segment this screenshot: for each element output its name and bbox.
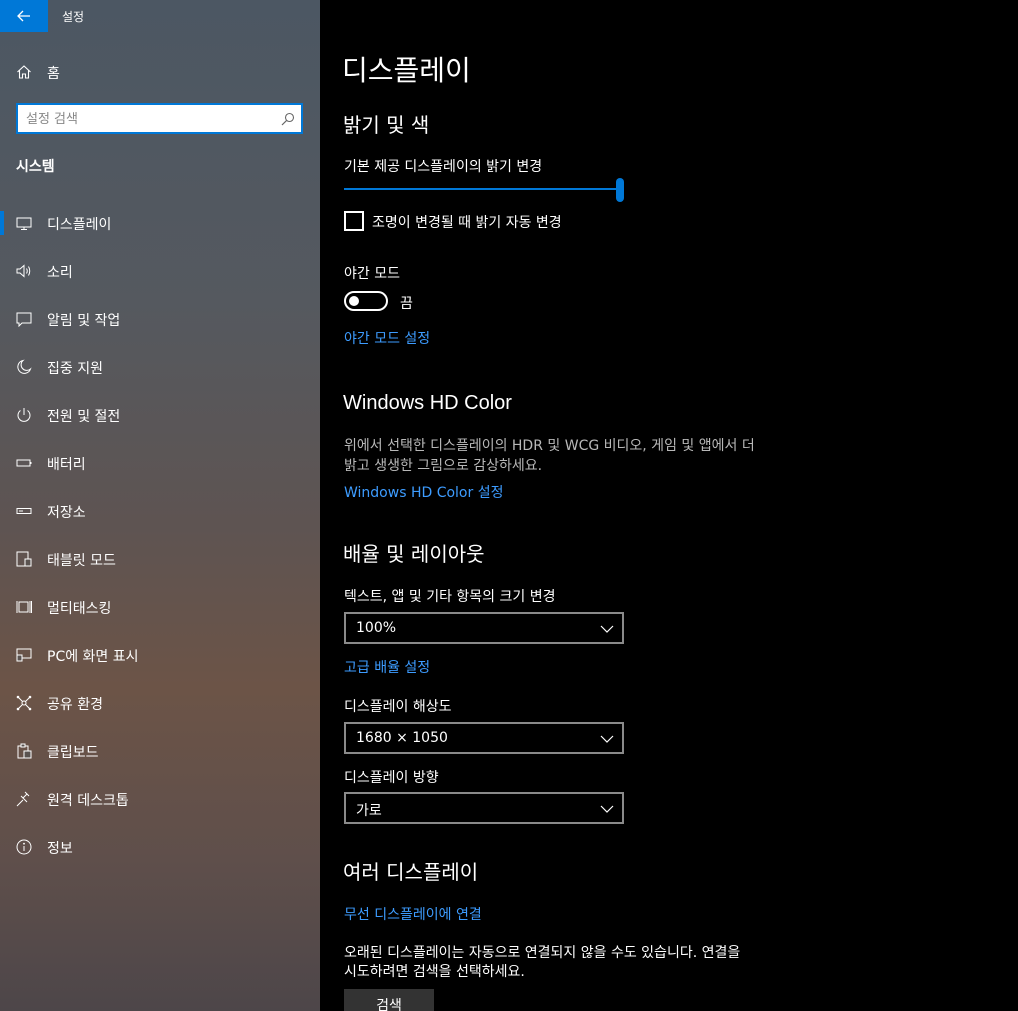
battery-icon [16, 455, 32, 471]
project-icon [16, 647, 32, 663]
sidebar-item-about[interactable]: 정보 [0, 823, 320, 871]
hd-color-heading: Windows HD Color [343, 392, 512, 414]
section-title: 시스템 [16, 159, 55, 175]
clipboard-icon [16, 743, 32, 759]
orientation-dropdown-value: 가로 [356, 803, 382, 819]
sidebar-item-label: 원격 데스크톱 [47, 793, 129, 809]
brightness-heading: 밝기 및 색 [343, 113, 430, 137]
sidebar-item-storage[interactable]: 저장소 [0, 487, 320, 535]
hd-color-description-line-2: 밝고 생생한 그림으로 감상하세요. [344, 458, 543, 474]
page-title: 디스플레이 [342, 54, 471, 87]
connect-wireless-display-link[interactable]: 무선 디스플레이에 연결 [344, 904, 482, 924]
shared-experiences-icon [16, 695, 32, 711]
back-button[interactable] [0, 0, 48, 32]
sidebar: 설정 홈 시스템 디스플레이 소리 [0, 0, 320, 1011]
brightness-slider[interactable] [344, 178, 624, 202]
sidebar-item-label: 집중 지원 [47, 361, 103, 377]
sidebar-item-label: 소리 [47, 265, 73, 281]
sidebar-item-clipboard[interactable]: 클립보드 [0, 727, 320, 775]
moon-icon [16, 359, 32, 375]
remote-desktop-icon [16, 791, 32, 807]
text-size-label: 텍스트, 앱 및 기타 항목의 크기 변경 [344, 589, 556, 605]
night-light-label: 야간 모드 [344, 266, 400, 282]
sidebar-item-label: 정보 [47, 841, 73, 857]
night-light-settings-link[interactable]: 야간 모드 설정 [344, 328, 430, 348]
sidebar-item-label: 클립보드 [47, 745, 99, 761]
chevron-down-icon [600, 802, 614, 816]
sidebar-item-shared-experiences[interactable]: 공유 환경 [0, 679, 320, 727]
settings-search-box[interactable] [16, 103, 303, 134]
resolution-dropdown[interactable]: 1680 × 1050 [344, 722, 624, 754]
sidebar-item-tablet-mode[interactable]: 태블릿 모드 [0, 535, 320, 583]
sidebar-item-display[interactable]: 디스플레이 [0, 199, 320, 247]
sidebar-item-power-sleep[interactable]: 전원 및 절전 [0, 391, 320, 439]
hd-color-description-line-1: 위에서 선택한 디스플레이의 HDR 및 WCG 비디오, 게임 및 앱에서 더 [344, 438, 755, 454]
settings-search-input[interactable] [26, 108, 276, 130]
scale-dropdown[interactable]: 100% [344, 612, 624, 644]
sidebar-item-label: 저장소 [47, 505, 86, 521]
sidebar-item-label: PC에 화면 표시 [47, 649, 139, 665]
chevron-down-icon [600, 732, 614, 746]
home-label: 홈 [47, 66, 60, 82]
sidebar-item-label: 알림 및 작업 [47, 313, 121, 329]
resolution-dropdown-value: 1680 × 1050 [356, 730, 448, 746]
advanced-scaling-link[interactable]: 고급 배율 설정 [344, 657, 430, 677]
tablet-icon [16, 551, 32, 567]
multiple-displays-heading: 여러 디스플레이 [343, 860, 479, 884]
system-nav-list: 디스플레이 소리 알림 및 작업 집중 지원 전원 및 절전 배터리 저장소 태… [0, 199, 320, 871]
display-settings-page: 디스플레이 밝기 및 색 기본 제공 디스플레이의 밝기 변경 조명이 변경될 … [320, 0, 1018, 1011]
chevron-down-icon [600, 622, 614, 636]
sidebar-item-label: 태블릿 모드 [47, 553, 116, 569]
title-bar: 설정 [0, 0, 320, 32]
resolution-label: 디스플레이 해상도 [344, 699, 452, 715]
slider-track[interactable] [344, 188, 620, 190]
sidebar-item-remote-desktop[interactable]: 원격 데스크톱 [0, 775, 320, 823]
multi-display-description-line-2: 시도하려면 검색을 선택하세요. [344, 964, 525, 980]
sidebar-item-label: 멀티태스킹 [47, 601, 112, 617]
orientation-dropdown[interactable]: 가로 [344, 792, 624, 824]
scale-dropdown-value: 100% [356, 620, 397, 636]
scale-layout-heading: 배율 및 레이아웃 [343, 542, 485, 566]
hd-color-settings-link[interactable]: Windows HD Color 설정 [344, 482, 503, 502]
sidebar-item-battery[interactable]: 배터리 [0, 439, 320, 487]
active-indicator [0, 211, 4, 235]
home-icon [16, 64, 32, 80]
search-icon[interactable] [281, 112, 295, 126]
night-light-toggle[interactable] [344, 291, 388, 311]
sidebar-item-label: 배터리 [47, 457, 86, 473]
sidebar-item-project-to-pc[interactable]: PC에 화면 표시 [0, 631, 320, 679]
sidebar-item-label: 공유 환경 [47, 697, 103, 713]
monitor-icon [16, 215, 32, 231]
brightness-slider-label: 기본 제공 디스플레이의 밝기 변경 [344, 159, 543, 175]
notification-icon [16, 311, 32, 327]
orientation-label: 디스플레이 방향 [344, 770, 439, 786]
detect-button[interactable]: 검색 [344, 989, 434, 1011]
slider-thumb[interactable] [616, 178, 624, 202]
info-icon [16, 839, 32, 855]
app-title: 설정 [62, 10, 85, 24]
sidebar-item-label: 디스플레이 [47, 217, 112, 233]
auto-brightness-label: 조명이 변경될 때 밝기 자동 변경 [372, 215, 562, 231]
speaker-icon [16, 263, 32, 279]
sidebar-item-notifications[interactable]: 알림 및 작업 [0, 295, 320, 343]
multitasking-icon [16, 599, 32, 615]
sidebar-item-focus-assist[interactable]: 집중 지원 [0, 343, 320, 391]
night-light-state: 끔 [400, 296, 413, 312]
sidebar-item-multitasking[interactable]: 멀티태스킹 [0, 583, 320, 631]
toggle-knob [349, 296, 359, 306]
home-nav-item[interactable]: 홈 [0, 56, 320, 88]
storage-icon [16, 503, 32, 519]
back-arrow-icon [17, 10, 31, 22]
power-icon [16, 407, 32, 423]
sidebar-item-label: 전원 및 절전 [47, 409, 121, 425]
sidebar-item-sound[interactable]: 소리 [0, 247, 320, 295]
multi-display-description-line-1: 오래된 디스플레이는 자동으로 연결되지 않을 수도 있습니다. 연결을 [344, 945, 741, 961]
auto-brightness-checkbox[interactable] [344, 211, 364, 231]
